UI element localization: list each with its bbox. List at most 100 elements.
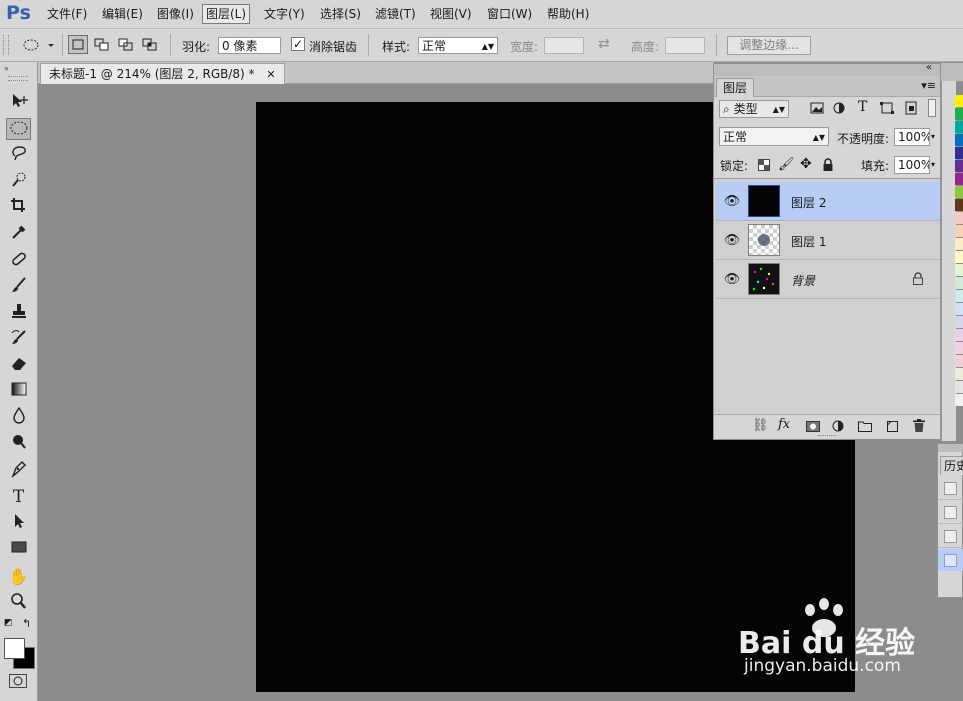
- antialias-checkbox[interactable]: ✓: [291, 37, 305, 51]
- visibility-eye-icon[interactable]: 👁: [720, 194, 744, 209]
- swap-colors-icon[interactable]: ↰: [22, 617, 31, 630]
- lock-all-icon[interactable]: [823, 158, 833, 174]
- new-selection-button[interactable]: [68, 35, 88, 54]
- history-tab[interactable]: 历史: [940, 456, 963, 475]
- layer-row-layer-1[interactable]: 👁 图层 1: [716, 221, 940, 260]
- history-state-checkbox[interactable]: [944, 482, 957, 495]
- opacity-slider-arrow-icon[interactable]: ▾: [931, 128, 939, 146]
- layer-filter-select[interactable]: ⌕ 类型 ▲▼: [719, 100, 789, 118]
- history-state-checkbox[interactable]: [944, 554, 957, 567]
- lock-position-icon[interactable]: ✥: [800, 156, 812, 172]
- filter-type-layers-icon[interactable]: T: [858, 99, 867, 115]
- path-selection-tool-icon[interactable]: [6, 512, 31, 534]
- delete-layer-icon[interactable]: [913, 419, 925, 435]
- menu-filter[interactable]: 滤镜(T): [372, 5, 419, 23]
- menu-image[interactable]: 图像(I): [154, 5, 197, 23]
- color-swatch[interactable]: [955, 251, 963, 263]
- style-select[interactable]: 正常 ▲▼: [418, 37, 498, 54]
- clone-stamp-tool-icon[interactable]: [6, 302, 31, 324]
- history-state-row[interactable]: [938, 501, 963, 524]
- color-swatch[interactable]: [955, 225, 963, 237]
- quick-selection-tool-icon[interactable]: [6, 170, 31, 192]
- crop-tool-icon[interactable]: [6, 196, 31, 218]
- new-group-icon[interactable]: [858, 420, 872, 435]
- menu-view[interactable]: 视图(V): [427, 5, 475, 23]
- eraser-tool-icon[interactable]: [6, 354, 31, 376]
- rectangle-tool-icon[interactable]: [6, 538, 31, 560]
- color-swatch[interactable]: [955, 238, 963, 250]
- add-mask-icon[interactable]: [806, 421, 820, 435]
- panel-collapse-icon[interactable]: «: [926, 62, 932, 73]
- color-swatch[interactable]: [955, 212, 963, 224]
- elliptical-marquee-tool-icon[interactable]: [6, 118, 31, 140]
- menu-select[interactable]: 选择(S): [317, 5, 364, 23]
- lock-image-pixels-icon[interactable]: 🖌: [778, 157, 795, 172]
- color-swatch[interactable]: [955, 160, 963, 172]
- blur-tool-icon[interactable]: [6, 406, 31, 428]
- link-layers-icon[interactable]: ⛓: [752, 418, 769, 433]
- intersect-selection-button[interactable]: [140, 35, 160, 54]
- height-input[interactable]: [665, 37, 705, 54]
- menu-layer[interactable]: 图层(L): [202, 4, 251, 24]
- fill-slider-arrow-icon[interactable]: ▾: [931, 156, 939, 174]
- close-document-icon[interactable]: ✕: [266, 68, 275, 81]
- menu-type[interactable]: 文字(Y): [261, 5, 308, 23]
- foreground-color-swatch[interactable]: [4, 638, 25, 659]
- swatches-panel-header[interactable]: [941, 63, 963, 82]
- options-bar-grip[interactable]: [3, 35, 9, 55]
- history-brush-tool-icon[interactable]: [6, 328, 31, 350]
- width-input[interactable]: [544, 37, 584, 54]
- default-colors-icon[interactable]: ◩: [4, 618, 13, 628]
- eyedropper-tool-icon[interactable]: [6, 222, 31, 244]
- filter-smart-objects-icon[interactable]: [904, 101, 918, 118]
- filter-shape-layers-icon[interactable]: [880, 102, 894, 117]
- filter-adjustment-layers-icon[interactable]: [832, 102, 846, 117]
- panel-resize-grip[interactable]: [818, 435, 836, 440]
- color-swatch[interactable]: [955, 134, 963, 146]
- gradient-tool-icon[interactable]: [6, 380, 31, 402]
- lasso-tool-icon[interactable]: [6, 144, 31, 166]
- color-swatch[interactable]: [955, 95, 963, 107]
- menu-edit[interactable]: 编辑(E): [99, 5, 146, 23]
- new-adjustment-layer-icon[interactable]: [832, 420, 846, 435]
- subtract-from-selection-button[interactable]: [116, 35, 136, 54]
- layer-row-layer-2[interactable]: 👁 图层 2: [716, 182, 940, 221]
- color-swatch[interactable]: [955, 394, 963, 406]
- layers-tab[interactable]: 图层: [716, 78, 755, 97]
- tool-preset-picker[interactable]: [22, 37, 56, 56]
- filter-pixel-layers-icon[interactable]: [810, 102, 824, 117]
- color-swatch[interactable]: [955, 264, 963, 276]
- move-tool-icon[interactable]: [6, 91, 31, 113]
- blend-mode-select[interactable]: 正常 ▲▼: [719, 127, 829, 146]
- new-layer-icon[interactable]: [886, 420, 898, 435]
- color-swatch[interactable]: [955, 303, 963, 315]
- layer-row-background[interactable]: 👁 背景: [716, 260, 940, 299]
- fill-input[interactable]: 100%: [894, 156, 930, 174]
- color-swatch[interactable]: [955, 199, 963, 211]
- pen-tool-icon[interactable]: [6, 460, 31, 482]
- history-state-row[interactable]: [938, 525, 963, 548]
- color-swatch[interactable]: [955, 342, 963, 354]
- color-swatch[interactable]: [955, 316, 963, 328]
- dodge-tool-icon[interactable]: [6, 432, 31, 454]
- refine-edge-button[interactable]: 调整边缘...: [727, 36, 811, 55]
- hand-tool-icon[interactable]: ✋: [6, 566, 31, 588]
- healing-brush-tool-icon[interactable]: [6, 250, 31, 272]
- brush-tool-icon[interactable]: [6, 276, 31, 298]
- zoom-tool-icon[interactable]: [6, 592, 31, 614]
- color-swatch[interactable]: [955, 290, 963, 302]
- toolbox-grip[interactable]: [8, 76, 28, 81]
- history-state-row[interactable]: [938, 477, 963, 500]
- menu-help[interactable]: 帮助(H): [544, 5, 592, 23]
- menu-window[interactable]: 窗口(W): [484, 5, 535, 23]
- type-tool-icon[interactable]: T: [6, 486, 31, 508]
- color-swatch[interactable]: [955, 381, 963, 393]
- layer-style-icon[interactable]: fx: [778, 417, 790, 432]
- color-swatch[interactable]: [955, 329, 963, 341]
- color-swatch[interactable]: [955, 108, 963, 120]
- feather-input[interactable]: 0 像素: [218, 37, 281, 54]
- visibility-eye-icon[interactable]: 👁: [720, 233, 744, 248]
- panel-header-bar[interactable]: «: [714, 62, 940, 76]
- color-swatch[interactable]: [955, 277, 963, 289]
- history-state-row-selected[interactable]: [938, 549, 963, 571]
